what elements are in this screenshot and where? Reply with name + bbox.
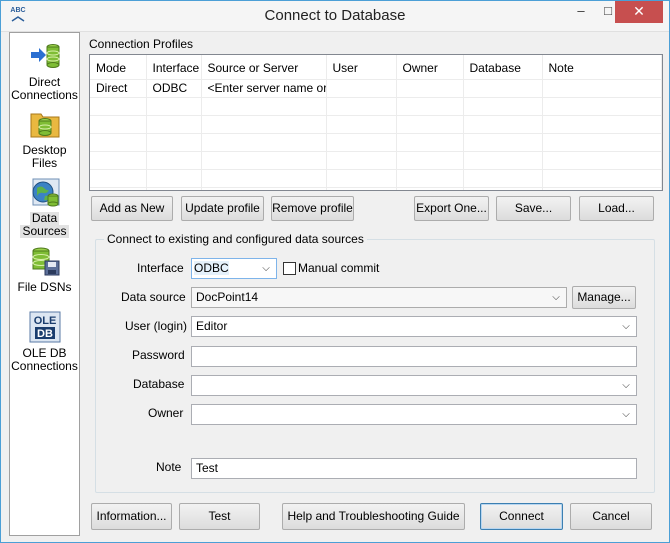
owner-label: Owner — [148, 406, 184, 420]
chevron-down-icon: ⌵ — [262, 263, 270, 274]
cell-user — [326, 79, 397, 98]
update-profile-button[interactable]: Update profile — [181, 196, 264, 221]
user-login-label: User (login) — [125, 319, 188, 333]
interface-label: Interface — [137, 261, 184, 275]
connection-profiles-label: Connection Profiles — [89, 37, 194, 51]
password-label: Password — [132, 348, 185, 362]
chevron-down-icon: ⌵ — [622, 409, 630, 420]
sidebar-item-label: Files — [31, 156, 58, 170]
interface-select[interactable]: ODBC ⌵ — [191, 258, 277, 279]
user-login-value: Editor — [196, 319, 228, 333]
ole-db-icon: OLE DB — [29, 311, 61, 343]
folder-database-icon — [29, 108, 61, 140]
table-header-row: Mode Interface Source or Server User Own… — [90, 55, 662, 80]
load-button[interactable]: Load... — [579, 196, 654, 221]
chevron-down-icon: ⌵ — [552, 292, 560, 303]
manual-commit-label: Manual commit — [298, 261, 380, 275]
sidebar-item-ole-db-connections[interactable]: OLE DB OLE DB Connections — [10, 311, 79, 373]
cell-source: <Enter server name or... — [201, 79, 327, 98]
export-one-button[interactable]: Export One... — [414, 196, 489, 221]
table-row[interactable]: Direct ODBC <Enter server name or... — [90, 79, 662, 98]
sidebar-item-file-dsns[interactable]: File DSNs — [10, 245, 79, 294]
add-as-new-button[interactable]: Add as New — [91, 196, 173, 221]
column-header-owner[interactable]: Owner — [396, 55, 464, 80]
svg-text:OLE: OLE — [33, 315, 56, 327]
empty-row — [90, 187, 662, 190]
cell-interface: ODBC — [146, 79, 202, 98]
cell-owner — [396, 79, 464, 98]
data-source-value: DocPoint14 — [196, 290, 259, 304]
manage-button[interactable]: Manage... — [572, 286, 636, 309]
sidebar-item-label: File DSNs — [17, 280, 72, 294]
note-field[interactable]: Test — [191, 458, 637, 479]
connection-type-sidebar: Direct Connections Desktop Files Data So… — [9, 32, 80, 536]
title-bar: ABC Connect to Database – □ ✕ — [1, 1, 669, 32]
cancel-button[interactable]: Cancel — [570, 503, 652, 530]
information-button[interactable]: Information... — [91, 503, 172, 530]
cell-note — [542, 79, 662, 98]
column-header-database[interactable]: Database — [463, 55, 543, 80]
column-header-interface[interactable]: Interface — [146, 55, 202, 80]
empty-row — [90, 115, 662, 134]
manual-commit-checkbox[interactable] — [283, 262, 296, 275]
data-source-select[interactable]: DocPoint14 ⌵ — [191, 287, 567, 308]
user-login-combobox[interactable]: Editor ⌵ — [191, 316, 637, 337]
connect-button[interactable]: Connect — [480, 503, 563, 530]
note-label: Note — [156, 460, 182, 474]
database-label: Database — [133, 377, 185, 391]
column-header-source[interactable]: Source or Server — [201, 55, 327, 80]
sidebar-item-label: Sources — [20, 224, 69, 238]
column-header-mode[interactable]: Mode — [90, 55, 147, 80]
data-source-label: Data source — [121, 290, 186, 304]
column-header-note[interactable]: Note — [542, 55, 662, 80]
cell-mode: Direct — [90, 79, 147, 98]
arrow-database-icon — [29, 40, 61, 72]
connect-group-title: Connect to existing and configured data … — [104, 232, 367, 246]
password-field[interactable] — [191, 346, 637, 367]
database-combobox[interactable]: ⌵ — [191, 375, 637, 396]
sidebar-item-data-sources[interactable]: Data Sources — [10, 176, 79, 238]
globe-database-icon — [29, 176, 61, 208]
cell-database — [463, 79, 543, 98]
test-button[interactable]: Test — [179, 503, 260, 530]
column-header-user[interactable]: User — [326, 55, 397, 80]
empty-row — [90, 97, 662, 116]
interface-value: ODBC — [194, 261, 229, 275]
sidebar-item-desktop-files[interactable]: Desktop Files — [10, 108, 79, 170]
empty-row — [90, 133, 662, 152]
connection-profiles-table[interactable]: Mode Interface Source or Server User Own… — [89, 54, 663, 191]
sidebar-item-direct-connections[interactable]: Direct Connections — [10, 40, 79, 102]
empty-row — [90, 169, 662, 188]
connect-dialog: ABC Connect to Database – □ ✕ Direct Con… — [0, 0, 670, 543]
save-button[interactable]: Save... — [496, 196, 571, 221]
sidebar-item-label: Connections — [11, 88, 78, 102]
close-button[interactable]: ✕ — [615, 1, 663, 23]
disk-database-icon — [29, 245, 61, 277]
svg-text:DB: DB — [37, 328, 53, 340]
sidebar-item-label: Connections — [11, 359, 78, 373]
chevron-down-icon: ⌵ — [622, 380, 630, 391]
minimize-button[interactable]: – — [567, 1, 595, 23]
remove-profile-button[interactable]: Remove profile — [271, 196, 354, 221]
owner-combobox[interactable]: ⌵ — [191, 404, 637, 425]
empty-row — [90, 151, 662, 170]
chevron-down-icon: ⌵ — [622, 321, 630, 332]
help-troubleshooting-button[interactable]: Help and Troubleshooting Guide — [282, 503, 465, 530]
